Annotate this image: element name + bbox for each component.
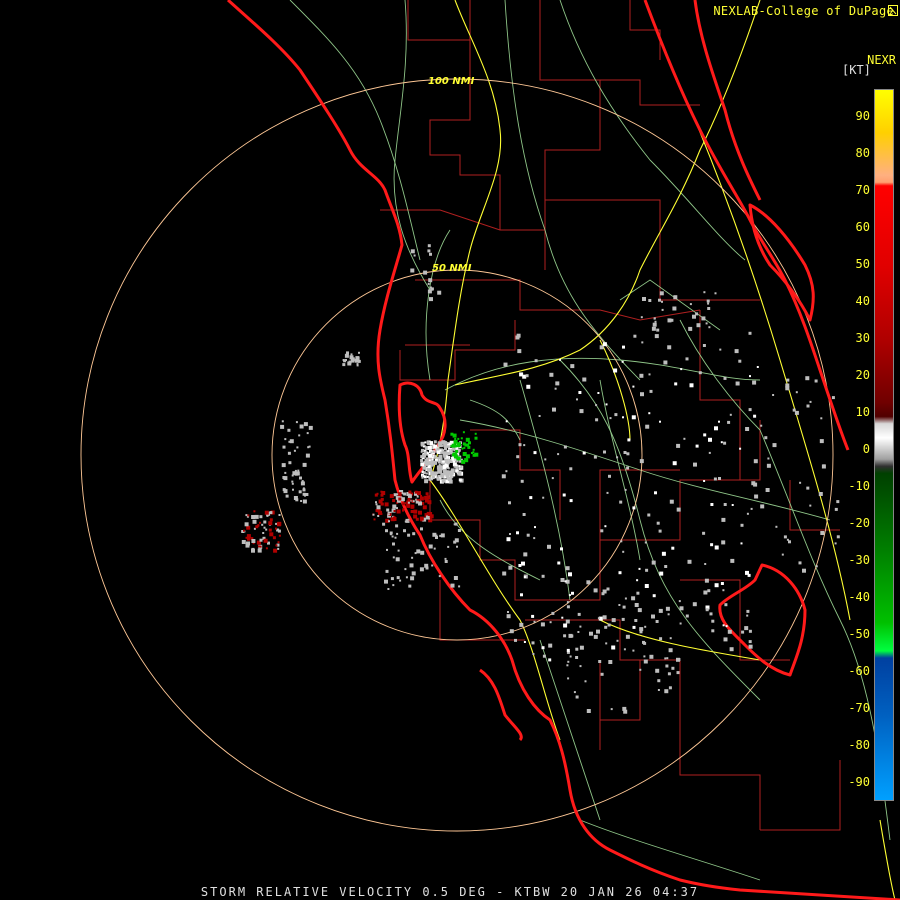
legend-title: NEXR	[867, 53, 896, 67]
legend-tick: 50	[855, 257, 870, 271]
logo-icon	[888, 5, 898, 16]
primary-roads	[429, 0, 896, 900]
range-ring-label-100: 100 NMI	[428, 76, 475, 87]
legend-tick: 60	[855, 220, 870, 234]
credit-label: NEXLAB-College of DuPage	[713, 4, 894, 18]
coastline	[226, 0, 900, 900]
secondary-roads	[289, 0, 891, 881]
velocity-colorbar	[874, 89, 894, 801]
legend-tick: 80	[855, 146, 870, 160]
legend-tick: -20	[848, 516, 870, 530]
legend-tick: -70	[848, 701, 870, 715]
legend-tick: -80	[848, 738, 870, 752]
legend-tick: 20	[855, 368, 870, 382]
legend-tick: 70	[855, 183, 870, 197]
product-footer: STORM RELATIVE VELOCITY 0.5 DEG - KTBW 2…	[200, 885, 700, 899]
legend-tick: 30	[855, 331, 870, 345]
legend-tick: 40	[855, 294, 870, 308]
range-ring-label-50: 50 NMI	[432, 263, 472, 274]
legend-tick: -10	[848, 479, 870, 493]
radar-map: 100 NMI 50 NMI	[80, 0, 900, 900]
legend-tick: -50	[848, 627, 870, 641]
legend-unit: [KT]	[842, 63, 871, 77]
legend-tick: 90	[855, 109, 870, 123]
legend-tick: -30	[848, 553, 870, 567]
velocity-echoes	[241, 244, 840, 714]
legend-tick: 0	[862, 442, 870, 456]
legend-tick: -90	[848, 775, 870, 789]
legend-tick: -40	[848, 590, 870, 604]
legend-tick: -60	[848, 664, 870, 678]
county-lines	[380, 0, 841, 831]
legend-tick: 10	[855, 405, 870, 419]
